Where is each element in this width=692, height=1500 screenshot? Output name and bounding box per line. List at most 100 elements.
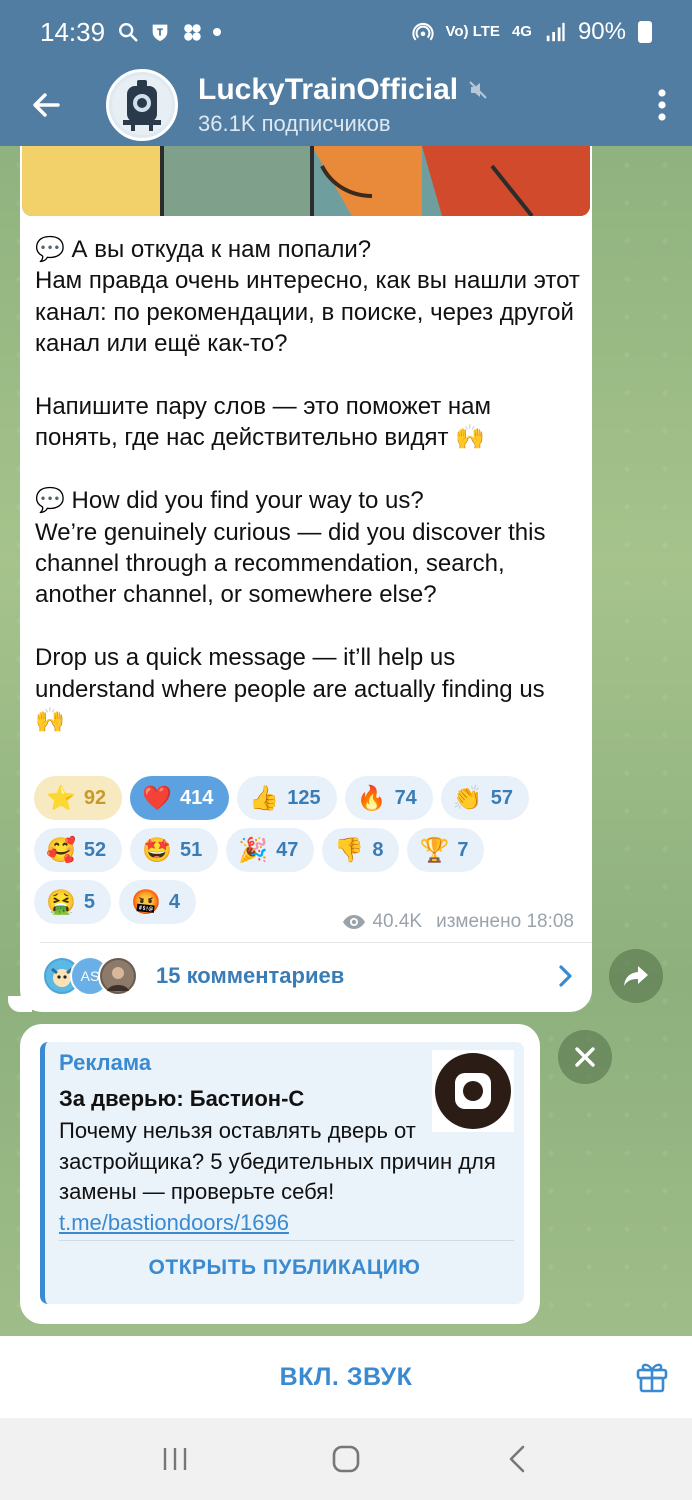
reaction-trophy[interactable]: 🏆 7 — [407, 828, 485, 872]
reaction-count: 52 — [83, 838, 107, 861]
smiling-hearts-icon: 🥰 — [46, 836, 76, 864]
battery-icon — [638, 21, 652, 43]
ad-logo-icon — [435, 1053, 511, 1129]
reaction-count: 47 — [276, 838, 299, 861]
battery-percent: 90% — [577, 18, 626, 45]
more-notifications-dot — [213, 28, 222, 36]
reaction-fire[interactable]: 🔥 74 — [344, 776, 433, 820]
message-bubble[interactable]: 💬 А вы откуда к нам попали? Нам правда о… — [20, 146, 592, 1012]
star-struck-icon: 🤩 — [142, 836, 173, 864]
reaction-party-popper[interactable]: 🎉 47 — [226, 828, 315, 872]
ad-body-text: Почему нельзя оставлять дверь от застрой… — [59, 1118, 496, 1204]
status-right: Vo) LTE 4G 90% — [411, 18, 652, 46]
comments-button[interactable]: AS 15 комментариев — [42, 954, 574, 998]
reaction-count: 7 — [457, 838, 469, 861]
shield-icon — [152, 24, 168, 42]
cartoon-illustration — [22, 146, 590, 216]
train-logo-icon — [112, 75, 172, 135]
reaction-smiling-hearts[interactable]: 🥰 52 — [34, 828, 123, 872]
ad-card[interactable]: Реклама За дверью: Бастион-С Почему нель… — [40, 1042, 524, 1304]
sponsored-message[interactable]: Реклама За дверью: Бастион-С Почему нель… — [20, 1024, 540, 1324]
message-meta: 40.4K изменено 18:08 — [342, 911, 574, 933]
cursing-icon: 🤬 — [131, 888, 161, 916]
home-icon — [332, 1445, 360, 1473]
view-count: 40.4K — [372, 911, 423, 932]
reaction-star[interactable]: ⭐ 92 — [34, 776, 123, 820]
reaction-cursing[interactable]: 🤬 4 — [119, 880, 197, 924]
open-publication-button[interactable]: ОТКРЫТЬ ПУБЛИКАЦИЮ — [45, 1256, 524, 1280]
reaction-star-struck[interactable]: 🤩 51 — [130, 828, 219, 872]
message-text: 💬 А вы откуда к нам попали? Нам правда о… — [35, 236, 580, 735]
status-bar: 14:39 Vo) LTE 4G 90% — [0, 0, 692, 64]
back-button[interactable] — [0, 64, 92, 146]
thumbs-down-icon: 👎 — [334, 836, 365, 864]
more-options-button[interactable] — [632, 64, 692, 146]
unmute-button[interactable]: ВКЛ. ЗВУК — [280, 1363, 413, 1392]
arrow-left-icon — [33, 93, 60, 117]
trophy-icon: 🏆 — [419, 836, 450, 864]
back-chevron-icon — [509, 1445, 524, 1473]
person-photo-icon — [102, 960, 134, 992]
gift-icon[interactable] — [634, 1358, 670, 1394]
channel-name: LuckyTrainOfficial — [198, 73, 459, 106]
status-notification-icons — [117, 21, 222, 43]
recent-apps-icon — [164, 1448, 187, 1470]
ad-thumbnail — [432, 1050, 514, 1132]
reaction-vomiting[interactable]: 🤮 5 — [34, 880, 112, 924]
edited-time: изменено 18:08 — [436, 911, 574, 932]
ad-divider — [59, 1240, 514, 1241]
subscriber-count: 36.1K подписчиков — [198, 111, 391, 136]
reaction-count: 125 — [287, 786, 321, 809]
channel-avatar[interactable] — [106, 69, 178, 141]
comment-avatars: AS — [42, 956, 138, 996]
reaction-count: 414 — [180, 786, 214, 809]
recent-apps-button[interactable] — [145, 1434, 205, 1484]
post-image[interactable] — [22, 146, 590, 216]
fire-icon: 🔥 — [356, 784, 387, 812]
close-icon — [575, 1047, 595, 1067]
signal-icon — [546, 22, 565, 42]
clap-icon: 👏 — [452, 784, 483, 812]
avatar — [98, 956, 138, 996]
reaction-count: 51 — [180, 838, 203, 861]
reaction-count: 57 — [490, 786, 513, 809]
vomiting-icon: 🤮 — [46, 888, 76, 916]
reaction-clap[interactable]: 👏 57 — [440, 776, 529, 820]
bottom-bar: ВКЛ. ЗВУК — [0, 1336, 692, 1418]
heart-icon: ❤️ — [142, 784, 173, 812]
reactions-row-1: ⭐ 92 ❤️ 414 👍 125 🔥 74 👏 57 — [34, 776, 584, 820]
reaction-count: 92 — [83, 786, 107, 809]
chat-area[interactable]: 💬 А вы откуда к нам попали? Нам правда о… — [0, 146, 692, 1336]
system-back-button[interactable] — [487, 1434, 547, 1484]
volte-label: Vo) LTE — [445, 23, 500, 40]
network-gen-label: 4G — [511, 23, 532, 40]
reactions-row-2: 🥰 52 🤩 51 🎉 47 👎 8 🏆 7 — [34, 828, 584, 872]
star-icon: ⭐ — [46, 784, 76, 812]
avatar-initials: AS — [80, 968, 100, 984]
share-arrow-icon — [624, 966, 648, 986]
system-nav-bar — [0, 1418, 692, 1500]
share-button[interactable] — [609, 949, 663, 1003]
reaction-thumbs-up[interactable]: 👍 125 — [237, 776, 337, 820]
status-time: 14:39 — [40, 16, 106, 47]
more-vertical-icon — [658, 89, 666, 121]
search-icon — [119, 23, 138, 42]
muted-icon — [469, 81, 487, 99]
reaction-thumbs-down[interactable]: 👎 8 — [322, 828, 400, 872]
eye-icon — [343, 915, 366, 929]
app-cluster-icon — [184, 24, 201, 41]
home-button[interactable] — [316, 1434, 376, 1484]
ad-link[interactable]: t.me/bastiondoors/1696 — [59, 1210, 289, 1235]
comments-label: 15 комментариев — [156, 963, 345, 988]
reaction-count: 8 — [372, 838, 384, 861]
channel-title: LuckyTrainOfficial — [198, 73, 488, 107]
reaction-count: 4 — [168, 890, 181, 913]
reaction-heart[interactable]: ❤️ 414 — [130, 776, 230, 820]
chat-header: LuckyTrainOfficial 36.1K подписчиков — [0, 64, 692, 146]
close-ad-button[interactable] — [558, 1030, 612, 1084]
reaction-count: 74 — [394, 786, 417, 809]
header-text[interactable]: LuckyTrainOfficial 36.1K подписчиков — [198, 73, 488, 137]
ad-body: Почему нельзя оставлять дверь от застрой… — [59, 1116, 529, 1238]
chevron-right-icon — [559, 965, 572, 987]
reaction-count: 5 — [83, 890, 96, 913]
